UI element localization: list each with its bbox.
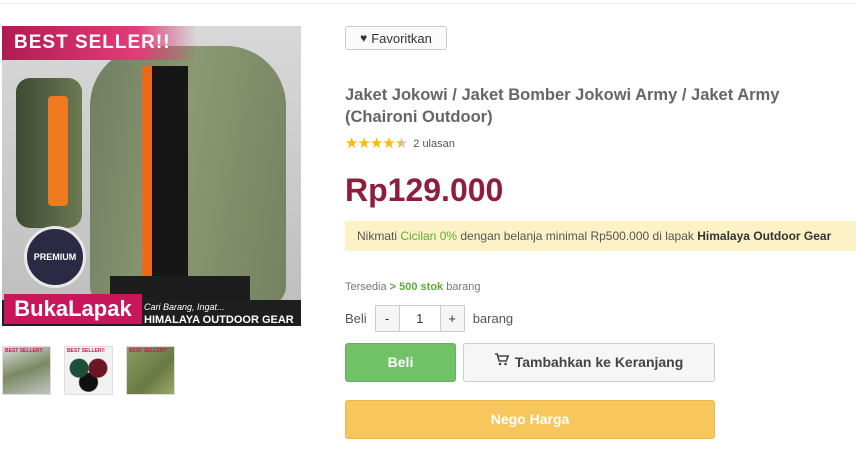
stock-arrow: > [386,281,400,293]
thumbnail-1[interactable]: BEST SELLER!! [2,346,51,395]
buy-button[interactable]: Beli [345,343,456,382]
star-icon: ★ [345,135,358,152]
quantity-increment-button[interactable]: + [439,305,465,332]
thumbnail-label: BEST SELLER!! [5,348,43,354]
favorite-button[interactable]: ♥ Favoritkan [345,26,447,50]
top-divider [0,3,856,4]
promo-middle: dengan belanja minimal Rp500.000 di lapa… [457,229,698,243]
brand-tagline: Cari Barang, Ingat... [144,302,225,312]
image-jacket-inset-lining [48,96,68,206]
quantity-label: Beli [345,311,367,326]
quantity-stepper: Beli - + barang [345,305,513,332]
brand-store-name: HIMALAYA OUTDOOR GEAR [144,314,294,326]
product-main-image[interactable]: BEST SELLER!! PREMIUM BukaLapak Cari Bar… [2,26,301,326]
favorite-label: Favoritkan [371,30,432,46]
thumbnail-3[interactable]: BEST SELLER!! [126,346,175,395]
star-icon: ★ [369,135,383,152]
rating-stars: ★★★★★ [345,135,408,152]
product-rating: ★★★★★ 2 ulasan [345,136,455,151]
promo-prefix: Nikmati [357,229,401,243]
stock-info: Tersedia > 500 stok barang [345,281,480,293]
half-star-icon: ★ [394,135,408,152]
stock-prefix: Tersedia [345,281,387,293]
heart-icon: ♥ [360,31,368,45]
premium-badge: PREMIUM [24,226,86,288]
best-seller-label: BEST SELLER!! [2,26,196,60]
image-shirt [152,66,188,296]
image-jacket [90,46,286,306]
bukalapak-logo: BukaLapak [4,294,142,324]
thumbnail-list: BEST SELLER!! BEST SELLER!! BEST SELLER!… [2,346,175,395]
product-title: Jaket Jokowi / Jaket Bomber Jokowi Army … [345,86,780,126]
image-jacket-lining [142,66,152,286]
promo-store-name: Himalaya Outdoor Gear [697,229,832,243]
star-icon: ★ [357,135,370,152]
stock-amount: 500 stok [399,281,444,293]
star-icon: ★ [382,135,395,152]
add-to-cart-label: Tambahkan ke Keranjang [514,354,684,370]
thumbnail-label: BEST SELLER!! [129,348,167,354]
promo-highlight: Cicilan 0% [400,229,458,243]
product-price: Rp129.000 [345,172,504,208]
quantity-input[interactable] [399,305,440,332]
thumbnail-label: BEST SELLER!! [67,348,105,354]
add-to-cart-button[interactable]: Tambahkan ke Keranjang [463,343,715,382]
cart-icon [494,343,510,380]
stock-suffix: barang [443,281,481,293]
quantity-unit: barang [472,311,514,326]
review-count-link[interactable]: 2 ulasan [413,138,455,150]
thumbnail-2[interactable]: BEST SELLER!! [64,346,113,395]
negotiate-price-button[interactable]: Nego Harga [345,400,715,439]
quantity-decrement-button[interactable]: - [374,305,400,332]
installment-promo-banner: Nikmati Cicilan 0% dengan belanja minima… [345,221,856,251]
